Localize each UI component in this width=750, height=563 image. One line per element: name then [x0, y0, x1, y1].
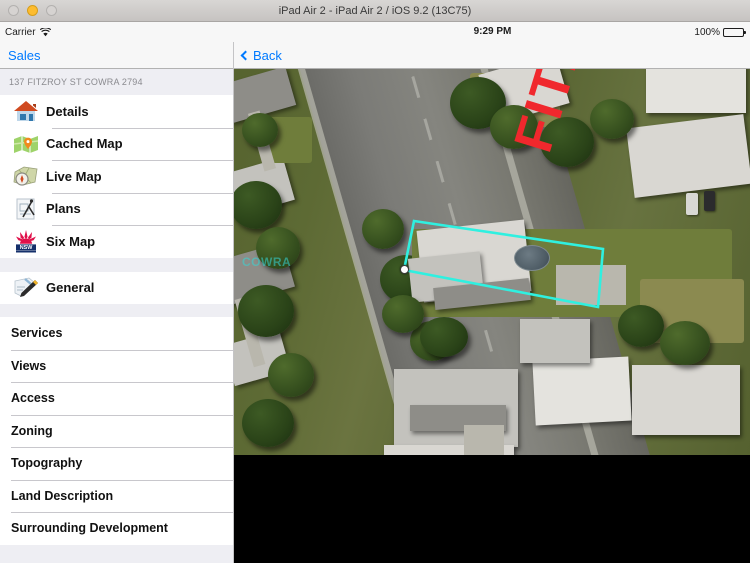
battery-full-icon: [723, 27, 746, 37]
map-pin-icon: [6, 130, 46, 158]
window-title: iPad Air 2 - iPad Air 2 / iOS 9.2 (13C75…: [278, 5, 472, 17]
sales-back-label: Sales: [8, 47, 41, 63]
sidebar-item-label: Plans: [46, 201, 81, 217]
sidebar-item-six-map[interactable]: NSW Six Map: [0, 225, 233, 258]
map-letterbox-area: [234, 455, 750, 563]
status-time: 9:29 PM: [473, 26, 512, 37]
chevron-left-icon: [240, 50, 251, 60]
master-pane: Sales 137 FITZROY ST COWRA 2794 Details …: [0, 42, 234, 563]
house-icon: [6, 97, 46, 125]
address-section-header: 137 FITZROY ST COWRA 2794: [0, 69, 233, 95]
sidebar-item-cached-map[interactable]: Cached Map: [0, 127, 233, 160]
back-button[interactable]: Back: [234, 48, 282, 63]
svg-text:NSW: NSW: [20, 245, 33, 251]
sidebar-item-label: General: [46, 280, 95, 296]
location-marker-icon: [400, 265, 409, 274]
window-titlebar: iPad Air 2 - iPad Air 2 / iOS 9.2 (13C75…: [0, 0, 750, 22]
parcel-boundary: [402, 219, 605, 309]
blueprint-icon: [6, 195, 46, 223]
master-navbar: Sales: [0, 42, 233, 69]
sidebar-item-label: Topography: [11, 456, 83, 471]
place-label: COWRA: [242, 255, 292, 269]
primary-item-group: Details Cached Map Live Map Plans NSW Si…: [0, 95, 233, 258]
sidebar-item-label: Services: [11, 326, 63, 341]
sidebar-item-general[interactable]: General: [0, 271, 233, 304]
status-battery-group: 100%: [694, 22, 746, 42]
section-gap: [0, 304, 233, 317]
sidebar-item-zoning[interactable]: Zoning: [0, 414, 233, 447]
detail-pane: Back COWRA: [234, 42, 750, 563]
battery-percent-label: 100%: [694, 26, 720, 38]
status-time-wrap: 9:29 PM: [0, 22, 750, 42]
sidebar-item-details[interactable]: Details: [0, 95, 233, 128]
sidebar-item-label: Views: [11, 358, 47, 373]
section-gap: [0, 257, 233, 272]
sidebar-item-label: Surrounding Development: [11, 521, 168, 536]
satellite-map[interactable]: COWRA FITZROY ST: [234, 69, 750, 455]
sidebar-item-label: Access: [11, 391, 55, 406]
sidebar-item-services[interactable]: Services: [0, 317, 233, 350]
sidebar-item-label: Zoning: [11, 423, 53, 438]
back-label: Back: [253, 47, 282, 63]
detail-item-group: Services Views Access Zoning Topography …: [0, 317, 233, 545]
sidebar-item-surrounding-development[interactable]: Surrounding Development: [0, 512, 233, 545]
sidebar-item-plans[interactable]: Plans: [0, 192, 233, 225]
sidebar-item-topography[interactable]: Topography: [0, 447, 233, 480]
nsw-government-icon: NSW: [6, 227, 46, 255]
simulator-window: iPad Air 2 - iPad Air 2 / iOS 9.2 (13C75…: [0, 0, 750, 563]
general-item-group: General: [0, 271, 233, 304]
sidebar-list[interactable]: 137 FITZROY ST COWRA 2794 Details Cached…: [0, 69, 233, 563]
sidebar-item-label: Cached Map: [46, 136, 123, 152]
sales-back-button[interactable]: Sales: [0, 48, 41, 63]
ios-status-bar: Carrier 9:29 PM 100%: [0, 22, 750, 42]
sidebar-item-land-description[interactable]: Land Description: [0, 479, 233, 512]
sidebar-item-label: Details: [46, 103, 89, 119]
satellite-imagery: COWRA FITZROY ST: [234, 69, 750, 455]
notepad-pen-icon: [6, 274, 46, 302]
sidebar-item-live-map[interactable]: Live Map: [0, 160, 233, 193]
detail-navbar: Back: [234, 42, 750, 69]
sidebar-item-views[interactable]: Views: [0, 349, 233, 382]
sidebar-item-label: Six Map: [46, 233, 96, 249]
sidebar-item-label: Land Description: [11, 488, 114, 503]
sidebar-item-access[interactable]: Access: [0, 382, 233, 415]
sidebar-item-label: Live Map: [46, 168, 102, 184]
map-compass-icon: [6, 162, 46, 190]
